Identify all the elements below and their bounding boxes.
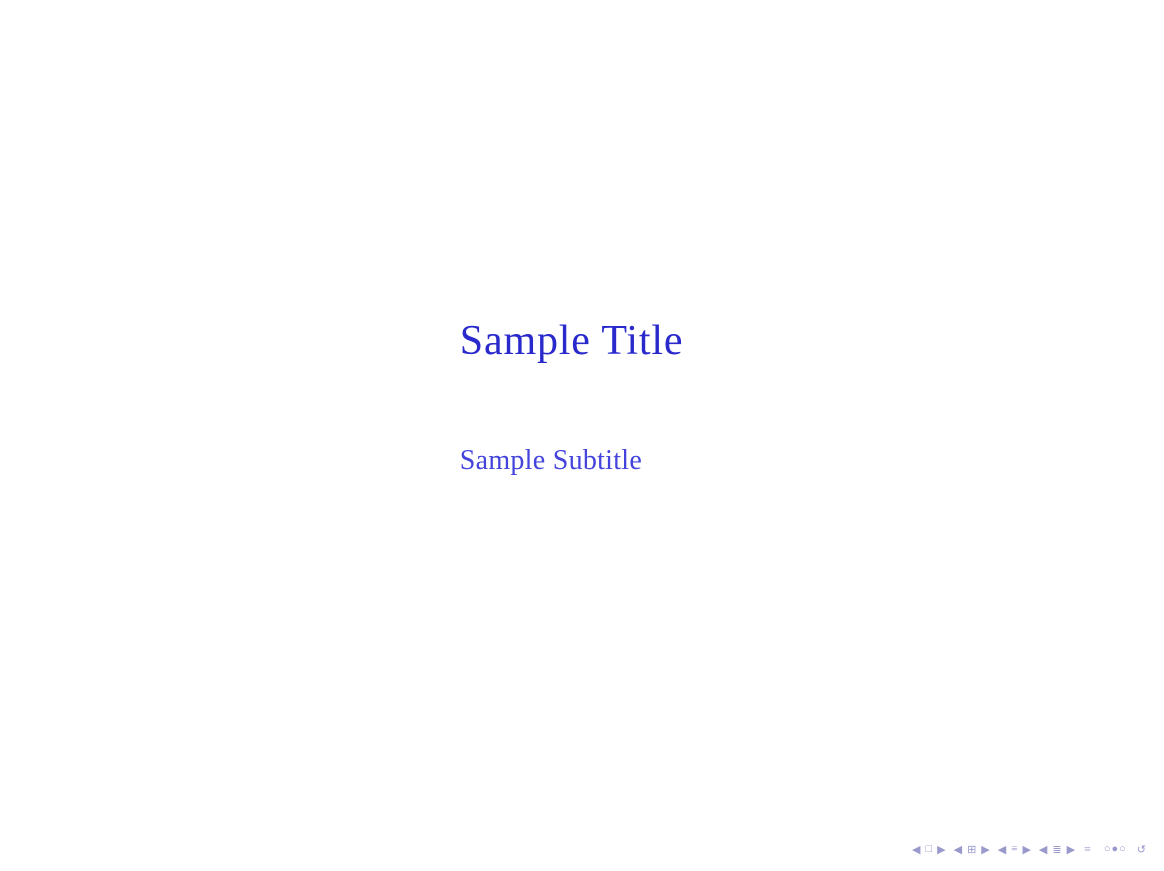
nav-group-section-prev: ◀ ⊞ ▶ bbox=[952, 842, 992, 857]
nav-group-frame: ◀ □ ▶ bbox=[910, 842, 948, 857]
nav-subsection-prev-left-icon[interactable]: ◀ bbox=[996, 842, 1008, 857]
slide-subtitle: Sample Subtitle bbox=[460, 445, 642, 477]
nav-list-icon[interactable]: ≣ bbox=[1050, 842, 1063, 857]
nav-frame-icon[interactable]: □ bbox=[923, 842, 934, 856]
nav-subsection-prev-right-icon[interactable]: ▶ bbox=[1020, 842, 1032, 857]
nav-group-list: ◀ ≣ ▶ bbox=[1037, 842, 1077, 857]
slide-container: Sample Title Sample Subtitle ◀ □ ▶ ◀ ⊞ ▶… bbox=[0, 0, 1164, 871]
nav-section-prev-left-icon[interactable]: ◀ bbox=[952, 842, 964, 857]
nav-list-prev-right-icon[interactable]: ▶ bbox=[1065, 842, 1077, 857]
zoom-indicator[interactable]: ○●○ bbox=[1098, 843, 1133, 855]
nav-next-icon[interactable]: ▶ bbox=[935, 842, 947, 857]
slide-title: Sample Title bbox=[460, 317, 684, 365]
align-button[interactable]: ≡ bbox=[1081, 840, 1094, 859]
nav-group-section-next: ◀ ≡ ▶ bbox=[996, 842, 1033, 857]
nav-section-prev-right-icon[interactable]: ▶ bbox=[979, 842, 991, 857]
bottom-toolbar: ◀ □ ▶ ◀ ⊞ ▶ ◀ ≡ ▶ ◀ ≣ ▶ ≡ ○●○ ↺ bbox=[0, 833, 1164, 871]
nav-subsection-icon[interactable]: ≡ bbox=[1009, 842, 1019, 856]
nav-prev-icon[interactable]: ◀ bbox=[910, 842, 922, 857]
slide-content: Sample Title Sample Subtitle bbox=[0, 0, 1164, 833]
nav-section-frame-icon[interactable]: ⊞ bbox=[965, 842, 978, 857]
refresh-button[interactable]: ↺ bbox=[1137, 843, 1146, 856]
nav-list-prev-left-icon[interactable]: ◀ bbox=[1037, 842, 1049, 857]
